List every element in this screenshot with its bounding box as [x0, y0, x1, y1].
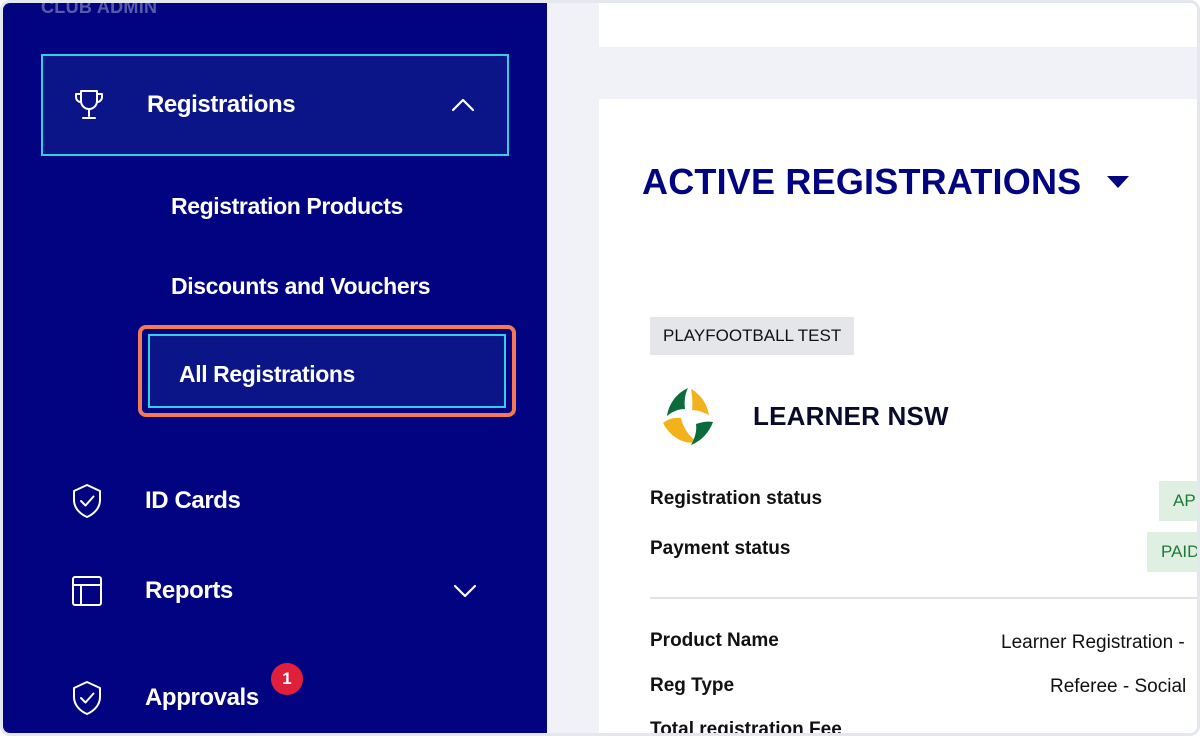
- product-name-value: Learner Registration -: [1001, 632, 1185, 653]
- reg-type-label: Reg Type: [650, 675, 735, 696]
- registration-card: ACTIVE REGISTRATIONS PLAYFOOTBALL TEST L…: [599, 99, 1197, 736]
- organisation-name: LEARNER NSW: [753, 401, 949, 431]
- payment-badge: PAID: [1147, 532, 1197, 572]
- divider: [650, 597, 1197, 599]
- chevron-down-icon[interactable]: [451, 577, 479, 605]
- status-badge: APPROVED: [1159, 481, 1197, 521]
- caret-down-icon[interactable]: [1105, 174, 1131, 190]
- sidebar: CLUB ADMIN Registrations Registration Pr…: [3, 0, 547, 733]
- football-australia-logo: [655, 385, 721, 451]
- page-title: ACTIVE REGISTRATIONS: [642, 161, 1082, 202]
- sidebar-subitem-all-registrations[interactable]: All Registrations: [148, 334, 506, 408]
- reg-type-value: Referee - Social: [1050, 676, 1187, 697]
- top-card: [599, 3, 1197, 47]
- registration-status-label: Registration status: [650, 488, 823, 509]
- sidebar-item-registrations[interactable]: Registrations: [41, 54, 509, 156]
- sidebar-item-label: ID Cards: [145, 487, 241, 514]
- total-fee-label: Total registration Fee: [650, 719, 842, 736]
- shield-check-icon: [67, 481, 107, 521]
- sidebar-subitem-registration-products[interactable]: Registration Products: [171, 193, 403, 220]
- main-content: ACTIVE REGISTRATIONS PLAYFOOTBALL TEST L…: [547, 3, 1197, 736]
- shield-check-icon: [67, 678, 107, 718]
- sidebar-subitem-discounts-vouchers[interactable]: Discounts and Vouchers: [171, 273, 431, 300]
- payment-status-label: Payment status: [650, 538, 791, 559]
- sidebar-subitem-label: All Registrations: [179, 361, 355, 387]
- chevron-up-icon[interactable]: [449, 91, 477, 119]
- sidebar-item-label: Registrations: [147, 91, 296, 118]
- sidebar-item-label: Reports: [145, 577, 233, 604]
- app-window: CLUB ADMIN Registrations Registration Pr…: [0, 0, 1200, 736]
- section-label: CLUB ADMIN: [41, 0, 158, 17]
- trophy-icon: [69, 85, 109, 125]
- product-name-label: Product Name: [650, 630, 779, 651]
- competition-tag: PLAYFOOTBALL TEST: [650, 317, 855, 355]
- highlight-annotation: All Registrations: [138, 325, 516, 417]
- sidebar-item-label: Approvals: [145, 684, 259, 711]
- sidebar-item-reports[interactable]: Reports: [41, 556, 509, 626]
- layout-icon: [67, 571, 107, 611]
- notification-badge: 1: [271, 663, 303, 695]
- sidebar-item-id-cards[interactable]: ID Cards: [41, 466, 509, 536]
